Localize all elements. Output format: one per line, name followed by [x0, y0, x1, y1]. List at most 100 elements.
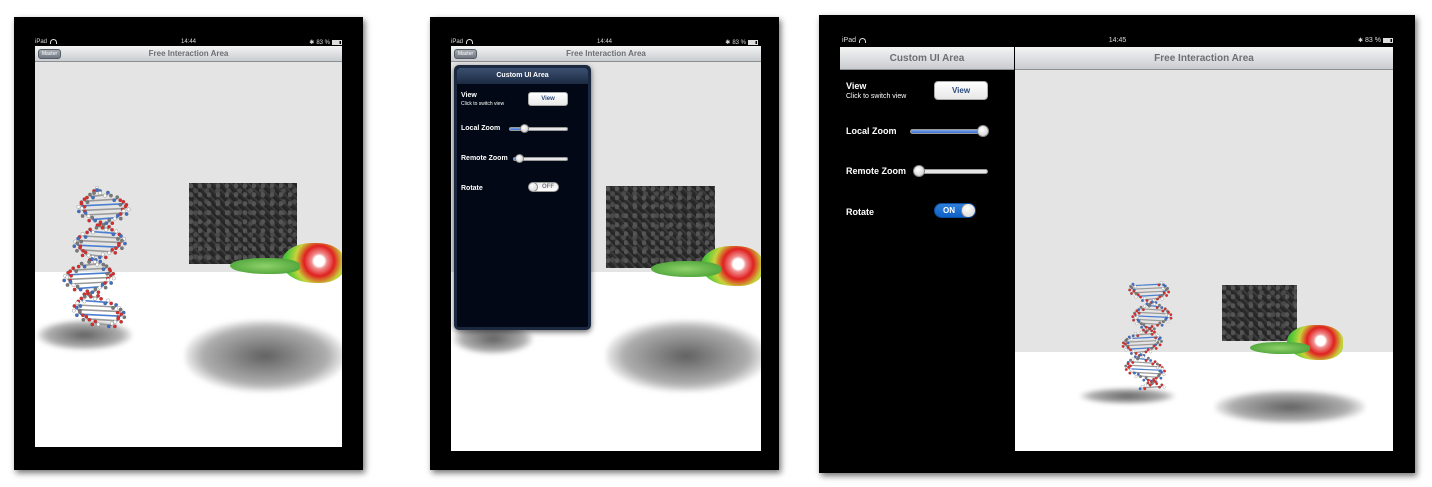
dna-atom — [78, 287, 83, 292]
rotate-toggle[interactable]: ON — [934, 203, 976, 218]
local-zoom-slider[interactable] — [910, 125, 990, 137]
dna-atom — [1134, 375, 1138, 379]
local-zoom-knob[interactable] — [519, 124, 529, 133]
dna-atom — [1133, 285, 1137, 288]
local-zoom-slider[interactable] — [509, 124, 568, 133]
dna-atom — [111, 276, 116, 281]
view-button[interactable]: View — [934, 81, 988, 100]
screen[interactable]: Free Interaction Area Master Custom UI A… — [451, 46, 761, 451]
dna-atom — [1144, 383, 1148, 387]
dna-atom — [87, 260, 91, 264]
dna-atom — [1157, 374, 1161, 378]
dna-atom — [82, 197, 87, 202]
dna-atom — [1163, 284, 1167, 288]
rotate-toggle[interactable]: OFF — [528, 182, 559, 192]
dna-atom — [99, 296, 103, 301]
dna-atom — [92, 191, 96, 195]
master-button[interactable]: Master — [454, 49, 477, 59]
dna-atom — [115, 195, 120, 200]
remote-zoom-knob[interactable] — [913, 165, 926, 177]
dna-atom — [115, 310, 120, 315]
master-button[interactable]: Master — [38, 49, 61, 59]
dna-atom — [100, 282, 105, 287]
dna-atom — [1152, 379, 1156, 383]
dna-atom — [79, 201, 84, 206]
dna-atom — [112, 216, 117, 221]
dna-atom — [72, 287, 77, 292]
remote-zoom-knob[interactable] — [514, 154, 524, 163]
dna-atom — [107, 218, 112, 223]
dna-atom — [1136, 334, 1140, 338]
textured-cube[interactable] — [1222, 285, 1297, 341]
dna-atom — [1156, 297, 1159, 301]
dna-atom — [1146, 348, 1150, 352]
dna-atom — [1161, 320, 1165, 324]
dna-atom — [1126, 346, 1130, 350]
screen[interactable]: Free Interaction Area Master — [35, 46, 342, 447]
dna-atom — [100, 252, 105, 257]
dna-atom — [1150, 332, 1154, 336]
local-zoom-knob[interactable] — [977, 125, 990, 137]
rotate-label: Rotate — [846, 207, 875, 217]
dna-atom — [1139, 353, 1143, 357]
dna-atom — [119, 234, 123, 238]
dna-atom — [114, 229, 119, 234]
dna-atom — [83, 211, 88, 215]
dna-atom — [1164, 288, 1168, 292]
remote-zoom-label: Remote Zoom — [461, 155, 508, 162]
dna-atom — [1133, 312, 1137, 316]
dna-atom — [107, 224, 111, 229]
remote-zoom-label: Remote Zoom — [846, 166, 907, 176]
dna-atom — [1160, 323, 1164, 327]
nav-title: Free Interaction Area — [566, 49, 646, 58]
dna-atom — [119, 312, 124, 317]
remote-zoom-slider[interactable] — [513, 154, 568, 163]
dna-atom — [103, 301, 108, 306]
dna-atom — [90, 322, 95, 327]
dna-atom — [1150, 346, 1154, 350]
3d-scene[interactable] — [1015, 70, 1393, 451]
view-button[interactable]: View — [528, 92, 568, 106]
dna-atom — [1130, 292, 1133, 295]
dna-atom — [1133, 355, 1137, 359]
dna-atom — [98, 191, 102, 195]
dna-atom — [1152, 327, 1156, 331]
dna-atom — [1124, 339, 1128, 342]
dna-atom — [1156, 341, 1160, 344]
textured-cube[interactable] — [606, 186, 715, 268]
dna-atom — [1150, 329, 1154, 333]
dna-atom — [1148, 383, 1152, 387]
dna-atom — [80, 214, 85, 218]
dna-atom — [103, 255, 108, 260]
3d-scene[interactable] — [35, 62, 342, 447]
dna-atom — [78, 245, 82, 250]
dna-atom — [1160, 339, 1163, 343]
dna-atom — [1153, 360, 1157, 364]
dna-atom — [1132, 318, 1136, 322]
dna-atom — [1137, 319, 1141, 323]
dna-model[interactable] — [50, 182, 145, 332]
dna-rung — [67, 276, 111, 281]
dna-atom — [79, 296, 84, 301]
dna-atom — [120, 238, 124, 243]
rotate-label: Rotate — [461, 185, 483, 192]
dna-atom — [1156, 366, 1160, 369]
dna-atom — [103, 285, 108, 290]
dna-atom — [113, 250, 118, 255]
dna-model[interactable] — [1110, 278, 1185, 393]
dna-atom — [105, 271, 110, 276]
dna-atom — [68, 280, 73, 284]
dna-atom — [121, 209, 126, 213]
dna-rung — [1132, 283, 1162, 287]
dna-atom — [1134, 295, 1138, 299]
dna-atom — [1151, 362, 1155, 366]
dna-atom — [95, 188, 99, 192]
dna-atom — [1147, 304, 1151, 308]
main-screen[interactable]: Free Interaction Area — [1015, 47, 1393, 451]
ipad-portrait-plain: iPad 14:44 ✱ 83 % Free Interaction Area M… — [14, 17, 363, 470]
textured-cube[interactable] — [189, 183, 297, 264]
dna-atom — [71, 283, 76, 287]
dna-atom — [74, 305, 79, 310]
dna-atom — [88, 192, 92, 197]
remote-zoom-slider[interactable] — [913, 165, 988, 177]
